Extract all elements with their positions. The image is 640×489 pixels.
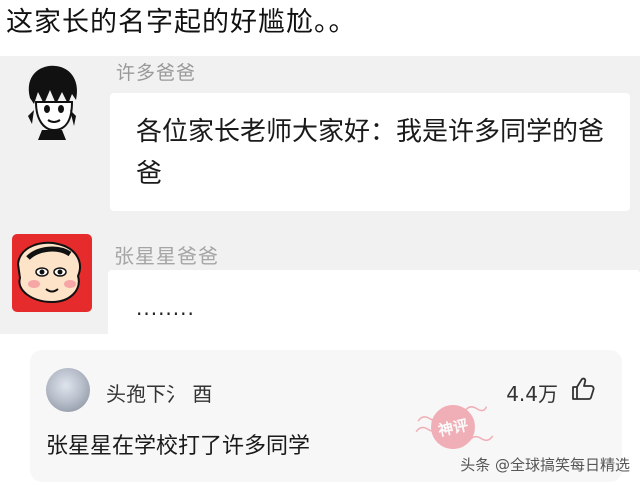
commenter-avatar[interactable] [46, 368, 90, 412]
sender-name: 许多爸爸 [116, 62, 197, 84]
post-title: 这家长的名字起的好尴尬。。 [6, 7, 357, 38]
comment-text: 张星星在学校打了许多同学 [46, 434, 311, 459]
like-count: 4.4万 [506, 382, 558, 406]
message-text: ........ [136, 296, 195, 320]
message-bubble: ........ [108, 270, 640, 334]
sender-avatar-cartoon-icon [22, 64, 82, 140]
chat-screenshot: 许多爸爸 各位家长老师大家好：我是许多同学的爸爸 张星星爸爸 ........ [0, 56, 640, 334]
thumbs-up-icon[interactable] [570, 376, 596, 402]
sender-avatar-crayon-kid-icon [12, 234, 92, 312]
post-page: 这家长的名字起的好尴尬。。 许多爸爸 各位家长老师大家好：我是许多同学的爸爸 张… [0, 0, 640, 489]
message-text: 各位家长老师大家好：我是许多同学的爸爸 [136, 117, 605, 189]
sender-name: 张星星爸爸 [114, 244, 219, 268]
source-watermark: 头条 @全球搞笑每日精选 [460, 456, 630, 474]
commenter-username[interactable]: 头孢下氵 酉 [106, 378, 212, 407]
message-bubble: 各位家长老师大家好：我是许多同学的爸爸 [110, 93, 630, 211]
